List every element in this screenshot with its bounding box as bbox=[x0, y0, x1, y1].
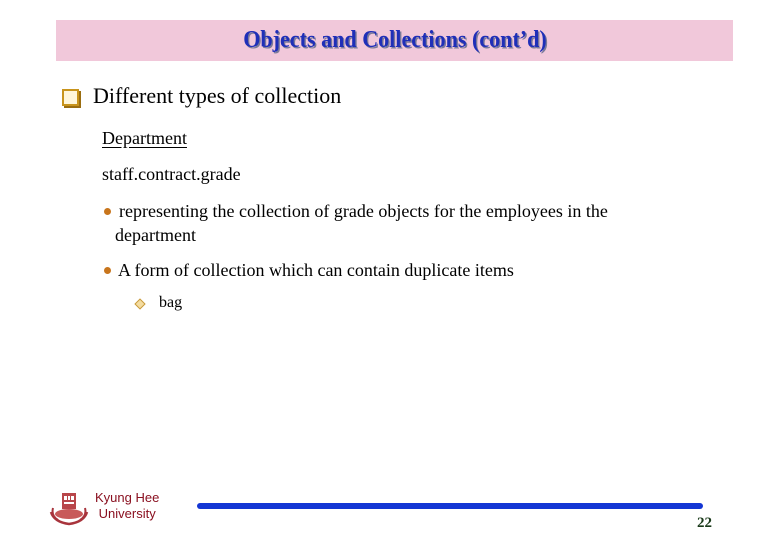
dot-bullet-icon bbox=[104, 267, 111, 274]
department-label: Department bbox=[102, 128, 187, 148]
bullet-text-line1: representing the collection of grade obj… bbox=[119, 201, 608, 221]
bullet-text: A form of collection which can contain d… bbox=[118, 260, 514, 280]
university-line2: University bbox=[98, 506, 156, 521]
bullet-level3: bag bbox=[134, 294, 183, 312]
box-bullet-icon bbox=[62, 88, 79, 106]
title-banner: Objects and Collections (cont’d) bbox=[56, 20, 733, 61]
bullet-text-line2: department bbox=[115, 225, 196, 245]
path-expression: staff.contract.grade bbox=[102, 164, 241, 184]
bullet-level2: representing the collection of grade obj… bbox=[104, 199, 674, 247]
slide-title: Objects and Collections (cont’d) bbox=[242, 27, 547, 53]
bullet-level2: A form of collection which can contain d… bbox=[104, 258, 514, 282]
university-line1: Kyung Hee bbox=[95, 490, 160, 505]
page-number: 22 bbox=[697, 515, 712, 531]
university-emblem-icon bbox=[48, 490, 90, 526]
bullet-level1-text: Different types of collection bbox=[93, 83, 342, 108]
diamond-bullet-icon bbox=[134, 298, 146, 310]
bullet-level3-text: bag bbox=[159, 294, 183, 311]
university-name: Kyung Hee University bbox=[95, 490, 159, 522]
dot-bullet-icon bbox=[104, 208, 111, 215]
bullet-level1: Different types of collection bbox=[62, 83, 341, 109]
footer-divider bbox=[197, 503, 703, 509]
